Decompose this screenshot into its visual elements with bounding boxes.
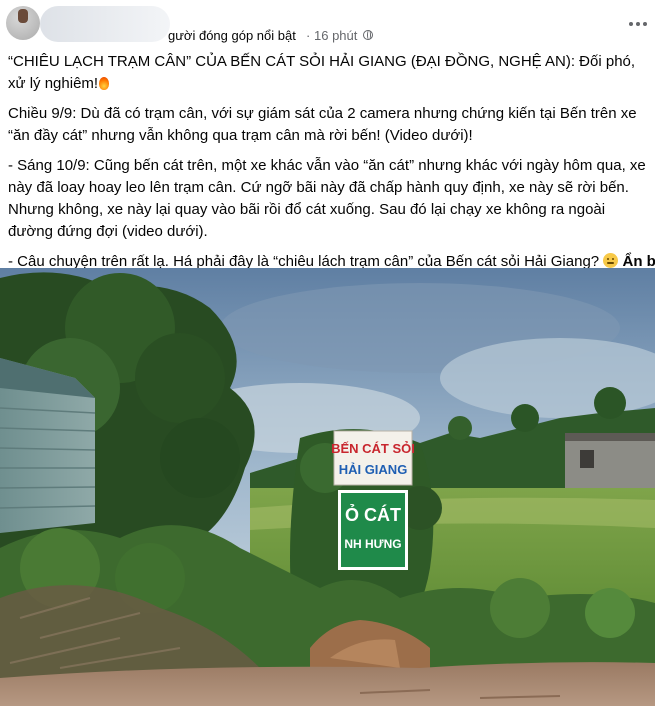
avatar[interactable]: [6, 6, 40, 40]
flushed-face-emoji-icon: [603, 253, 619, 268]
post-paragraph-2: - Sáng 10/9: Cũng bến cát trên, một xe k…: [8, 157, 646, 240]
facebook-post: gười đóng góp nổi bật · 16 phút “CHIÊU L…: [0, 0, 655, 706]
blurred-author-name[interactable]: [40, 6, 170, 42]
sign-bottom-line2: NH HƯNG: [344, 537, 401, 551]
separator-dot: ·: [306, 28, 311, 43]
post-paragraph-1: Chiều 9/9: Dù đã có trạm cân, với sự giá…: [8, 105, 637, 144]
post-timestamp[interactable]: 16 phút: [314, 28, 357, 43]
top-contributor-badge[interactable]: gười đóng góp nổi bật: [168, 28, 296, 43]
post-header: gười đóng góp nổi bật · 16 phút: [0, 0, 655, 48]
sign-top-line2: HẢI GIANG: [339, 462, 408, 477]
sign-top-line1: BẾN CÁT SỎI: [331, 441, 415, 456]
globe-icon[interactable]: [363, 30, 373, 40]
fire-emoji-icon: [98, 76, 110, 90]
post-photo[interactable]: BẾN CÁT SỎI HẢI GIANG Ỏ CÁT NH HƯNG: [0, 268, 655, 706]
sign-bottom-line1: Ỏ CÁT: [345, 504, 401, 525]
more-options-icon[interactable]: [624, 10, 652, 38]
post-title: “CHIÊU LẠCH TRẠM CÂN” CỦA BẾN CÁT SỎI HẢ…: [8, 51, 653, 95]
post-text: “CHIÊU LẠCH TRẠM CÂN” CỦA BẾN CÁT SỎI HẢ…: [8, 51, 655, 281]
